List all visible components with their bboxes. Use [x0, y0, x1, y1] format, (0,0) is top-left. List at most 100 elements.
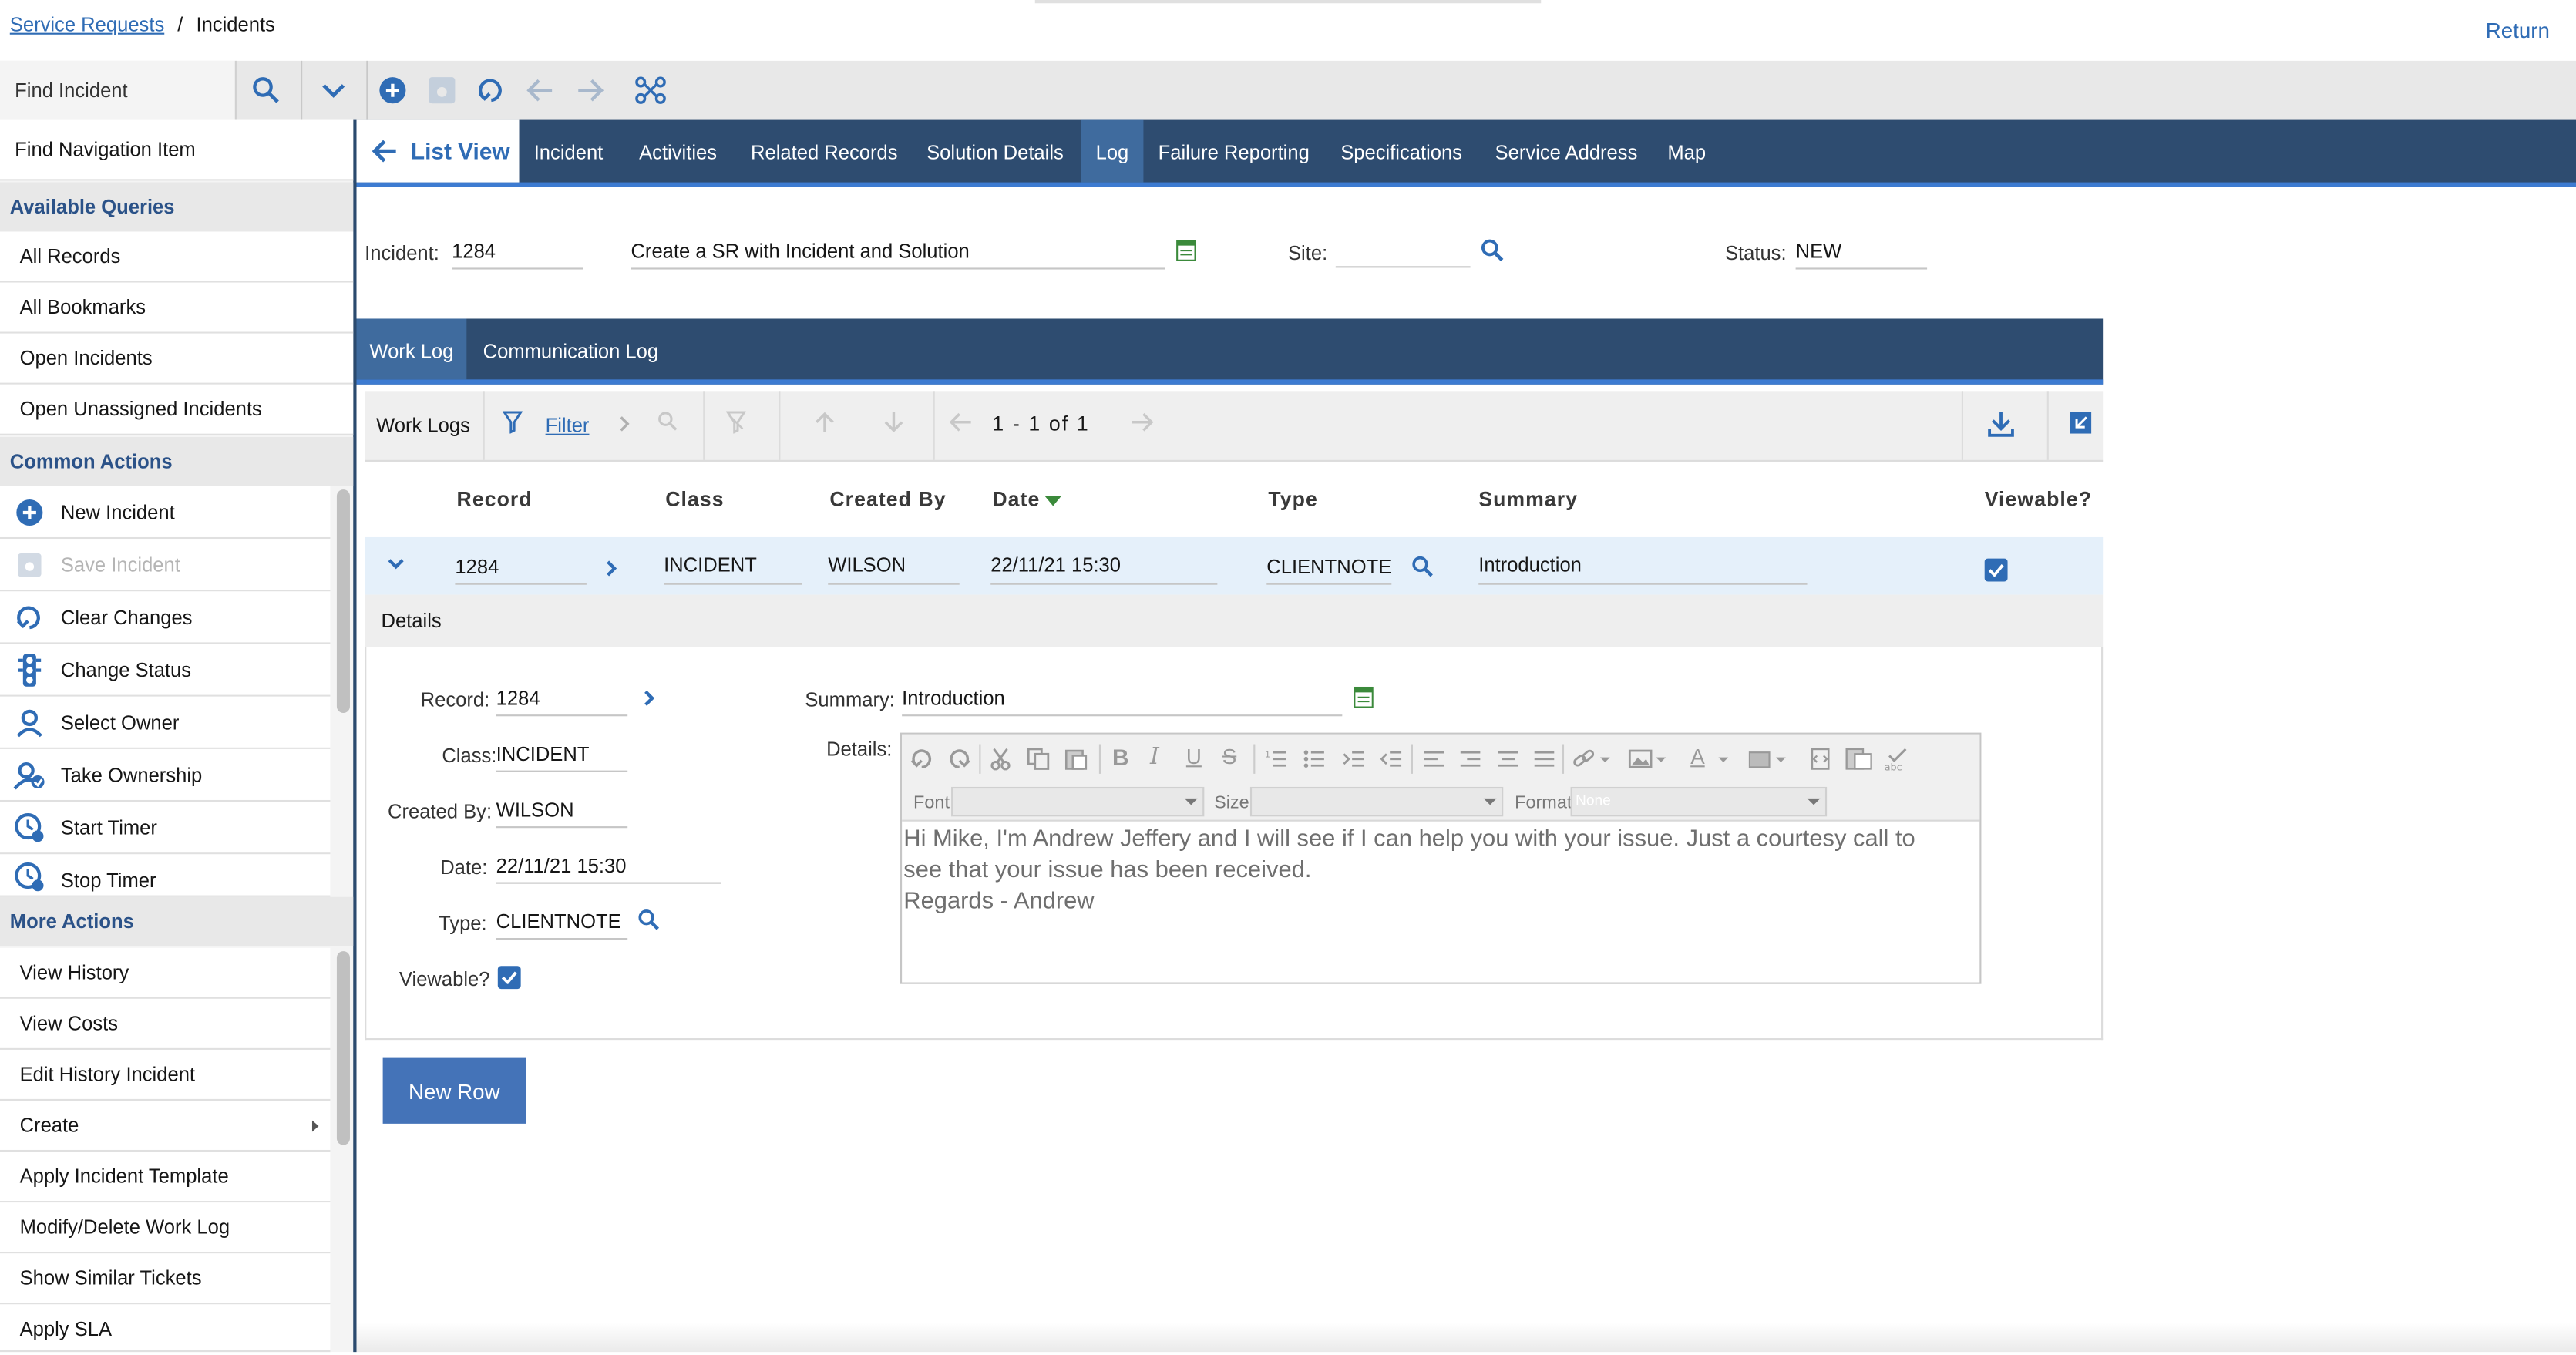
- filter-link[interactable]: Filter: [546, 414, 590, 437]
- new-row-button[interactable]: New Row: [382, 1057, 526, 1124]
- row-class[interactable]: INCIDENT: [664, 553, 802, 585]
- editor-content[interactable]: Hi Mike, I'm Andrew Jeffery and I will s…: [903, 825, 1971, 918]
- tab-incident[interactable]: Incident: [534, 120, 604, 183]
- action-new-incident[interactable]: New Incident: [0, 486, 331, 540]
- action-apply-sla[interactable]: Apply SLA: [0, 1304, 331, 1353]
- bullet-list-icon[interactable]: [1303, 749, 1326, 769]
- return-link[interactable]: Return: [2486, 18, 2550, 42]
- action-clear-changes[interactable]: Clear Changes: [0, 591, 331, 644]
- type-field[interactable]: CLIENTNOTE: [496, 910, 628, 940]
- filter-icon[interactable]: [503, 411, 523, 434]
- chevron-right-icon[interactable]: [642, 688, 655, 708]
- indent-icon[interactable]: [1342, 749, 1365, 769]
- bold-icon[interactable]: B: [1112, 745, 1129, 771]
- column-created-by[interactable]: Created By: [829, 488, 946, 511]
- common-actions-scrollbar[interactable]: [336, 489, 350, 714]
- action-start-timer[interactable]: Start Timer: [0, 802, 331, 855]
- column-class[interactable]: Class: [665, 488, 724, 511]
- cut-icon[interactable]: [989, 748, 1012, 771]
- class-field[interactable]: INCIDENT: [496, 742, 628, 772]
- record-field[interactable]: 1284: [496, 687, 628, 717]
- tab-activities[interactable]: Activities: [639, 120, 717, 183]
- column-record[interactable]: Record: [457, 488, 533, 511]
- action-save-incident[interactable]: Save Incident: [0, 539, 331, 592]
- download-icon[interactable]: [1988, 411, 2014, 437]
- row-created-by[interactable]: WILSON: [828, 553, 960, 585]
- align-right-icon[interactable]: [1459, 749, 1482, 769]
- next-page-icon[interactable]: [1130, 412, 1154, 432]
- redo-icon[interactable]: [948, 748, 971, 771]
- action-view-history[interactable]: View History: [0, 947, 331, 999]
- dropdown-button[interactable]: [304, 61, 363, 120]
- query-open-incidents[interactable]: Open Incidents: [0, 333, 354, 385]
- column-summary[interactable]: Summary: [1478, 488, 1578, 511]
- action-select-owner[interactable]: Select Owner: [0, 696, 331, 749]
- numbered-list-icon[interactable]: 1: [1265, 749, 1288, 769]
- breadcrumb-link-service-requests[interactable]: Service Requests: [10, 13, 164, 36]
- font-color-dropdown-icon[interactable]: [1717, 748, 1730, 771]
- spellcheck-icon[interactable]: abc: [1885, 746, 1911, 772]
- align-center-icon[interactable]: [1497, 749, 1520, 769]
- search-button[interactable]: [237, 61, 296, 120]
- font-color-icon[interactable]: A: [1690, 745, 1704, 769]
- previous-page-icon[interactable]: [949, 412, 973, 432]
- row-date[interactable]: 22/11/21 15:30: [990, 553, 1218, 585]
- paste-icon[interactable]: [1064, 748, 1088, 771]
- action-edit-history-incident[interactable]: Edit History Incident: [0, 1049, 331, 1101]
- column-type[interactable]: Type: [1268, 488, 1317, 511]
- tab-solution-details[interactable]: Solution Details: [926, 120, 1064, 183]
- image-icon[interactable]: [1628, 748, 1667, 771]
- undo-icon[interactable]: [910, 748, 933, 771]
- format-select[interactable]: None: [1570, 786, 1828, 817]
- collapse-icon[interactable]: [2070, 412, 2092, 434]
- font-select[interactable]: [951, 786, 1205, 817]
- action-create[interactable]: Create: [0, 1101, 331, 1152]
- created-by-field[interactable]: WILSON: [496, 799, 628, 829]
- incident-description-field[interactable]: Create a SR with Incident and Solution: [631, 240, 1165, 270]
- details-editor[interactable]: B I U S 1 A abc Font Size Format None Hi…: [900, 732, 1982, 984]
- tab-failure-reporting[interactable]: Failure Reporting: [1159, 120, 1310, 183]
- summary-field[interactable]: Introduction: [902, 687, 1343, 717]
- link-icon[interactable]: [1572, 748, 1612, 771]
- workflow-button[interactable]: [621, 61, 681, 120]
- size-select[interactable]: [1249, 786, 1504, 817]
- source-icon[interactable]: [1809, 748, 1832, 771]
- tab-specifications[interactable]: Specifications: [1340, 120, 1462, 183]
- next-button[interactable]: [560, 61, 620, 120]
- copy-icon[interactable]: [1027, 748, 1050, 771]
- type-search-icon[interactable]: [637, 909, 661, 932]
- tab-map[interactable]: Map: [1667, 120, 1706, 183]
- query-all-bookmarks[interactable]: All Bookmarks: [0, 282, 354, 334]
- find-incident-input[interactable]: Find Incident: [0, 60, 237, 120]
- find-navigation-item[interactable]: Find Navigation Item: [0, 119, 354, 181]
- tab-communication-log[interactable]: Communication Log: [483, 318, 658, 379]
- action-stop-timer[interactable]: Stop Timer: [0, 854, 331, 897]
- tab-related-records[interactable]: Related Records: [751, 120, 898, 183]
- viewable-checkbox[interactable]: [497, 966, 521, 990]
- long-description-icon[interactable]: [1354, 686, 1374, 708]
- site-search-icon[interactable]: [1480, 238, 1505, 263]
- more-actions-scrollbar[interactable]: [336, 951, 350, 1145]
- align-left-icon[interactable]: [1423, 749, 1446, 769]
- long-description-icon[interactable]: [1176, 240, 1196, 261]
- align-justify-icon[interactable]: [1533, 749, 1556, 769]
- action-show-similar-tickets[interactable]: Show Similar Tickets: [0, 1253, 331, 1305]
- type-search-icon[interactable]: [1411, 555, 1434, 578]
- row-type[interactable]: CLIENTNOTE: [1266, 555, 1391, 585]
- column-date[interactable]: Date: [992, 488, 1062, 511]
- strikethrough-icon[interactable]: S: [1222, 745, 1236, 769]
- clear-filter-icon[interactable]: [726, 411, 746, 434]
- row-viewable-checkbox[interactable]: [1984, 558, 2008, 582]
- action-apply-incident-template[interactable]: Apply Incident Template: [0, 1152, 331, 1203]
- status-field[interactable]: NEW: [1795, 240, 1928, 270]
- table-row[interactable]: 1284 INCIDENT WILSON 22/11/21 15:30 CLIE…: [365, 536, 2104, 595]
- paste-text-icon[interactable]: [1845, 748, 1875, 771]
- table-icon[interactable]: [1748, 748, 1787, 771]
- row-summary[interactable]: Introduction: [1478, 553, 1808, 585]
- column-viewable[interactable]: Viewable?: [1985, 488, 2092, 511]
- list-view-tab[interactable]: List View: [356, 119, 520, 183]
- arrow-down-icon[interactable]: [884, 411, 904, 434]
- row-record[interactable]: 1284: [455, 555, 587, 585]
- tab-service-address[interactable]: Service Address: [1495, 120, 1638, 183]
- query-open-unassigned-incidents[interactable]: Open Unassigned Incidents: [0, 384, 354, 435]
